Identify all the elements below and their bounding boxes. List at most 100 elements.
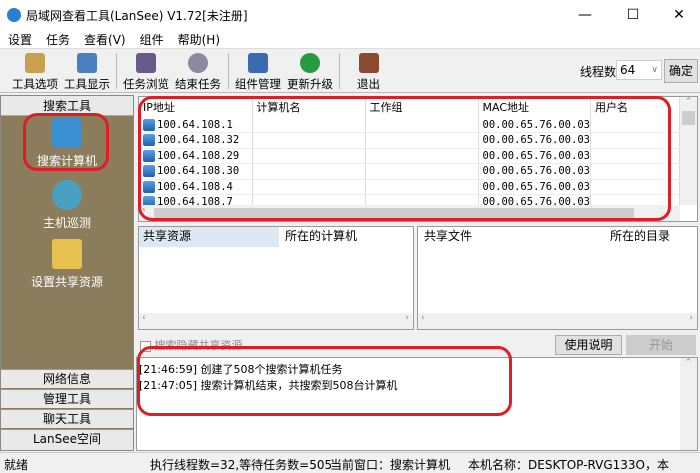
table-cell [252,133,365,149]
options-icon [25,53,45,73]
log-line: [21:47:05] 搜索计算机结束，共搜索到508台计算机 [139,377,695,393]
cell-text: 100.64.108.30 [157,165,239,177]
table-cell [252,117,365,133]
start-button[interactable]: 开始 [626,335,696,355]
table-cell [590,117,679,133]
table-cell: 00.00.65.76.00.03 [478,133,590,149]
label: 组件管理 [235,77,281,91]
table-cell [252,164,365,180]
close-button[interactable]: ✕ [656,0,700,30]
computer-icon [143,119,155,131]
table-cell [590,148,679,164]
cell-text: 100.64.108.29 [157,150,239,162]
col-mac[interactable]: MAC地址 [478,97,590,117]
table-row[interactable]: 100.64.108.32 00.00.65.76.00.03 [139,133,680,149]
menu-view[interactable]: 查看(V) [84,31,126,48]
folder-icon [52,239,82,269]
col-share-computer[interactable]: 所在的计算机 [279,227,357,247]
table-cell [365,148,478,164]
cell-text: 100.64.108.32 [157,134,239,146]
cell-text: 00.00.65.76.00.03 [483,119,590,131]
sidebar-group-manage[interactable]: 管理工具 [1,389,133,408]
log-line: [21:46:59] 创建了508个搜索计算机任务 [139,361,695,377]
label: 更新升级 [287,77,333,91]
sidebar: 搜索工具 搜索计算机 主机巡测 设置共享资源 网络信息 管理工具 聊天工具 La… [0,95,134,451]
computer-icon [143,150,155,162]
task-browse-button[interactable]: 任务浏览 [123,53,169,92]
table-cell [252,148,365,164]
menu-help[interactable]: 帮助(H) [178,31,220,48]
thread-value: 64 [620,63,635,77]
tool-display-button[interactable]: 工具显示 [64,53,110,92]
table-cell: 00.00.65.76.00.03 [478,117,590,133]
sidebar-item-search-computer[interactable]: 搜索计算机 [1,118,133,169]
thread-count-select[interactable]: 64∨ [616,60,662,80]
menu-components[interactable]: 组件 [140,31,164,48]
checkbox[interactable] [140,341,151,352]
table-cell: 100.64.108.32 [139,133,252,149]
col-ip[interactable]: IP地址 [139,97,252,117]
label: 结束任务 [175,77,221,91]
log-area[interactable]: [21:46:59] 创建了508个搜索计算机任务 [21:47:05] 搜索计… [136,357,698,451]
table-cell [590,179,679,195]
col-user[interactable]: 用户名 [590,97,679,117]
sidebar-group-network[interactable]: 网络信息 [1,369,133,388]
separator [228,53,229,89]
cell-text: 00.00.65.76.00.03 [483,181,590,193]
label: 搜索计算机 [37,154,97,168]
cell-text: 100.64.108.4 [157,181,233,193]
exit-icon [359,53,379,73]
cell-text: 00.00.65.76.00.03 [483,165,590,177]
sidebar-item-host-scan[interactable]: 主机巡测 [1,180,133,231]
horizontal-scrollbar[interactable]: ‹› [418,313,697,329]
tool-options-button[interactable]: 工具选项 [12,53,58,92]
maximize-button[interactable]: ☐ [610,0,656,30]
table-cell: 100.64.108.4 [139,179,252,195]
sidebar-group-space[interactable]: LanSee空间 [1,429,133,450]
table-row[interactable]: 100.64.108.2900.00.65.76.00.03 [139,148,680,164]
table-cell [252,179,365,195]
update-button[interactable]: 更新升级 [287,53,333,92]
col-share[interactable]: 共享资源 [139,227,279,247]
col-computer-name[interactable]: 计算机名 [252,97,365,117]
cell-text: 100.64.108.1 [157,119,233,131]
end-task-button[interactable]: 结束任务 [175,53,221,92]
menu-settings[interactable]: 设置 [8,31,32,48]
label: 任务浏览 [123,77,169,91]
col-workgroup[interactable]: 工作组 [365,97,478,117]
help-button[interactable]: 使用说明 [555,335,622,355]
component-manage-button[interactable]: 组件管理 [235,53,281,92]
label: 退出 [357,77,380,91]
horizontal-scrollbar[interactable]: ‹› [139,313,413,329]
sidebar-item-share-setup[interactable]: 设置共享资源 [1,239,133,290]
table-row[interactable]: 100.64.108.30 00.00.65.76.00.03 [139,164,680,180]
menu-tasks[interactable]: 任务 [46,31,70,48]
confirm-button[interactable]: 确定 [664,59,698,83]
status-host: 本机名称：DESKTOP-RVG133O，本 [468,456,696,473]
table-row[interactable]: 100.64.108.4 00.00.65.76.00.03 [139,179,680,195]
table-row[interactable]: 100.64.108.1 00.00.65.76.00.03 [139,117,680,133]
label: 主机巡测 [43,216,91,230]
component-icon [248,53,268,73]
sidebar-group-chat[interactable]: 聊天工具 [1,409,133,428]
computer-icon [143,134,155,146]
vertical-scrollbar[interactable]: ⌃ [680,97,697,205]
minimize-button[interactable]: — [562,0,608,30]
col-share-file[interactable]: 共享文件 [418,227,606,247]
hidden-share-checkbox[interactable]: 搜索隐藏共享资源 [140,337,243,353]
table-cell [590,133,679,149]
menu-bar: 设置 任务 查看(V) 组件 帮助(H) [0,30,700,48]
horizontal-scrollbar[interactable]: ‹ [139,205,680,221]
label: 工具选项 [12,77,58,91]
thread-label: 线程数 [580,63,616,80]
globe-icon [300,53,320,73]
window-title: 局域网查看工具(LanSee) V1.72[未注册] [26,7,248,24]
sidebar-header[interactable]: 搜索工具 [1,96,133,116]
col-share-dir[interactable]: 所在的目录 [606,227,670,247]
table-cell [590,164,679,180]
exit-button[interactable]: 退出 [357,53,380,92]
task-icon [136,53,156,73]
display-icon [77,53,97,73]
separator [116,53,117,89]
vertical-scrollbar[interactable]: ⌃ [680,358,697,450]
